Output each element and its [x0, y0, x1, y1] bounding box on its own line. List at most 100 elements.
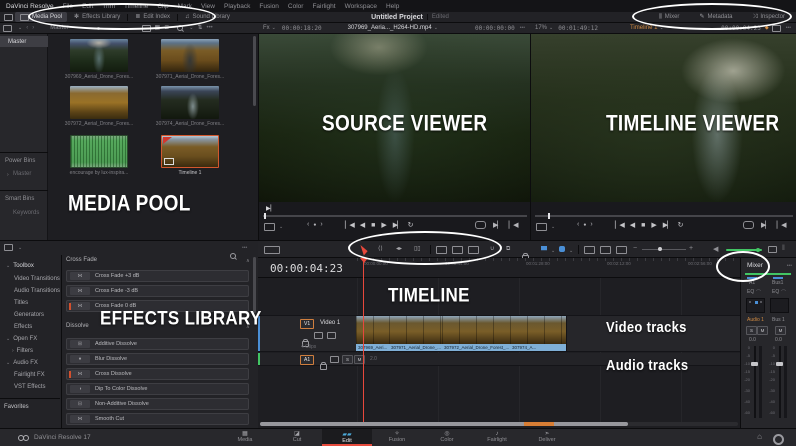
tree-open-fx[interactable]: ⌄Open FX: [4, 336, 37, 342]
zoom-slider[interactable]: [642, 249, 686, 250]
solo-button[interactable]: S: [342, 355, 353, 364]
menu-fusion[interactable]: Fusion: [259, 3, 279, 10]
source-jog-control[interactable]: ‹●›: [307, 221, 323, 228]
menu-mark[interactable]: Mark: [178, 3, 192, 10]
full-extent-zoom-icon[interactable]: [584, 246, 595, 254]
video-track-lane[interactable]: V1 Video 1 4 Clips 307969_Aeri... 307971…: [258, 315, 740, 352]
menu-playback[interactable]: Playback: [224, 3, 250, 10]
menu-clip[interactable]: Clip: [157, 3, 168, 10]
zoom-slider-handle[interactable]: [658, 247, 662, 251]
tree-fairlight-fx[interactable]: Fairlight FX: [14, 372, 45, 378]
track-lock-icon[interactable]: [320, 364, 327, 370]
tree-favorites[interactable]: Favorites: [4, 404, 29, 410]
collapse-icon[interactable]: ∧: [246, 324, 250, 330]
menu-trim[interactable]: Trim: [102, 3, 115, 10]
video-track-badge[interactable]: V1: [300, 319, 314, 329]
clip-thumbnail-307969[interactable]: [70, 39, 128, 72]
effect-item[interactable]: ⋈Cross Fade -3 dB: [66, 285, 249, 297]
timeline-ruler[interactable]: 00:00:00:00 00:00:44:00 00:01:28:00 00:0…: [357, 258, 740, 278]
match-frame-icon[interactable]: [743, 221, 754, 229]
effect-item[interactable]: ⋈Smooth Cut: [66, 413, 249, 425]
flag-icon[interactable]: [541, 246, 547, 252]
db-display-icon[interactable]: [768, 246, 777, 253]
power-bins-master[interactable]: Master: [13, 171, 31, 177]
effect-item[interactable]: ⋈Cross Dissolve: [66, 368, 249, 380]
tree-toolbox[interactable]: ⌄Toolbox: [4, 263, 34, 269]
dynamic-trim-mode-icon[interactable]: ◂▸: [396, 246, 402, 252]
trim-edit-mode-icon[interactable]: ⟨⟩: [378, 246, 383, 252]
effect-item[interactable]: ⋈Cross Fade 0 dB: [66, 300, 249, 312]
cue-marks-icon[interactable]: ▶▏: [266, 205, 275, 212]
effect-item[interactable]: ⊟Non-Additive Dissolve: [66, 398, 249, 410]
insert-clip-icon[interactable]: [436, 246, 447, 254]
source-scrubber[interactable]: [263, 215, 527, 217]
effect-item[interactable]: ◑Dip To Color Dissolve: [66, 383, 249, 395]
selection-mode-icon[interactable]: [360, 243, 368, 255]
menu-workspace[interactable]: Workspace: [345, 3, 377, 10]
strip-solo-button[interactable]: S: [746, 326, 757, 335]
loop-button[interactable]: ↻: [678, 221, 684, 229]
clip-thumbnail-307972[interactable]: [70, 86, 128, 119]
section-header-cross-fade[interactable]: Cross Fade: [66, 257, 97, 263]
project-manager-home-icon[interactable]: ⌂: [757, 432, 762, 441]
workspace-icon[interactable]: [4, 14, 13, 21]
source-view-mode[interactable]: ⌄: [264, 223, 283, 231]
smart-bins-keywords[interactable]: Keywords: [13, 210, 39, 216]
timeline-view-mode[interactable]: ⌄: [536, 223, 555, 231]
sort-icon[interactable]: ⇅: [197, 25, 202, 31]
timeline-scrubber[interactable]: [535, 215, 793, 217]
mute-speaker-icon[interactable]: ◀: [713, 245, 718, 253]
timeline-scrubber-playhead[interactable]: [548, 213, 550, 219]
timeline-clip[interactable]: 307972_Aerial_Drone_Forest_...: [442, 316, 511, 351]
go-to-in-icon[interactable]: ▶▏: [761, 221, 770, 229]
pan-control[interactable]: [746, 298, 765, 313]
sound-library-button[interactable]: ♫Sound Library: [180, 12, 235, 22]
zoom-in-icon[interactable]: +: [689, 245, 693, 252]
mixer-more-icon[interactable]: •••: [787, 263, 792, 269]
timeline-viewer-more-icon[interactable]: •••: [786, 25, 791, 31]
source-clip-name[interactable]: 307969_Aeria..._H264-HD.mp4: [348, 25, 432, 31]
list-view-icon[interactable]: ≣: [164, 25, 169, 31]
fader-handle[interactable]: [776, 362, 783, 366]
go-to-out-icon[interactable]: ▏◀: [777, 221, 786, 229]
effects-panel-toggle-icon[interactable]: [4, 244, 13, 251]
toolbar-end-grip[interactable]: ‖: [782, 245, 785, 252]
fader-track[interactable]: [779, 346, 781, 418]
menu-help[interactable]: Help: [386, 3, 399, 10]
flag-chevron-icon[interactable]: ⌄: [551, 248, 555, 254]
breadcrumb[interactable]: Master: [50, 25, 68, 31]
metadata-button[interactable]: ✎Metadata: [694, 12, 737, 22]
clip-thumbnail-307974[interactable]: [161, 86, 219, 119]
pan-control[interactable]: [770, 298, 789, 313]
power-bins-label[interactable]: Power Bins: [5, 158, 35, 164]
go-to-out-icon[interactable]: ▏◀: [509, 221, 518, 229]
viewer-tools-icon[interactable]: ◆: [765, 26, 769, 31]
thumb-size-slider[interactable]: [97, 27, 100, 30]
play-button[interactable]: ▶: [651, 221, 656, 229]
forward-arrow-icon[interactable]: ›: [32, 25, 34, 31]
project-settings-gear-icon[interactable]: [773, 434, 784, 445]
timeline-jog-control[interactable]: ‹●›: [577, 221, 593, 228]
tree-video-transitions[interactable]: Video Transitions: [14, 276, 60, 282]
strip-mute-button[interactable]: M: [757, 326, 768, 335]
overwrite-clip-icon[interactable]: [452, 246, 463, 254]
playhead-marker[interactable]: [360, 258, 368, 263]
media-pool-more-icon[interactable]: •••: [206, 25, 212, 31]
eq-label[interactable]: EQ: [747, 289, 754, 295]
page-cut[interactable]: ◪ Cut: [275, 429, 319, 446]
menu-color[interactable]: Color: [288, 3, 304, 10]
fader-track[interactable]: [754, 346, 756, 418]
back-arrow-icon[interactable]: ‹: [26, 25, 28, 31]
timeline-name-chevron-icon[interactable]: ⌄: [659, 25, 663, 31]
page-fairlight[interactable]: ♪ Fairlight: [475, 429, 519, 446]
thumbnail-view-icon[interactable]: ▦: [155, 25, 161, 31]
timeline-clip[interactable]: 307969_Aeri...: [356, 316, 390, 351]
go-to-in-icon[interactable]: ▶▏: [493, 221, 502, 229]
tree-vst-effects[interactable]: VST Effects: [14, 384, 45, 390]
play-button[interactable]: ▶: [381, 221, 386, 229]
tree-audio-fx[interactable]: ⌄Audio FX: [4, 360, 38, 366]
search-chevron-icon[interactable]: ⌄: [189, 25, 193, 31]
stop-button[interactable]: ■: [641, 222, 645, 229]
timeline-thumbnail[interactable]: [161, 135, 219, 168]
dual-monitor-icon[interactable]: [772, 25, 781, 32]
